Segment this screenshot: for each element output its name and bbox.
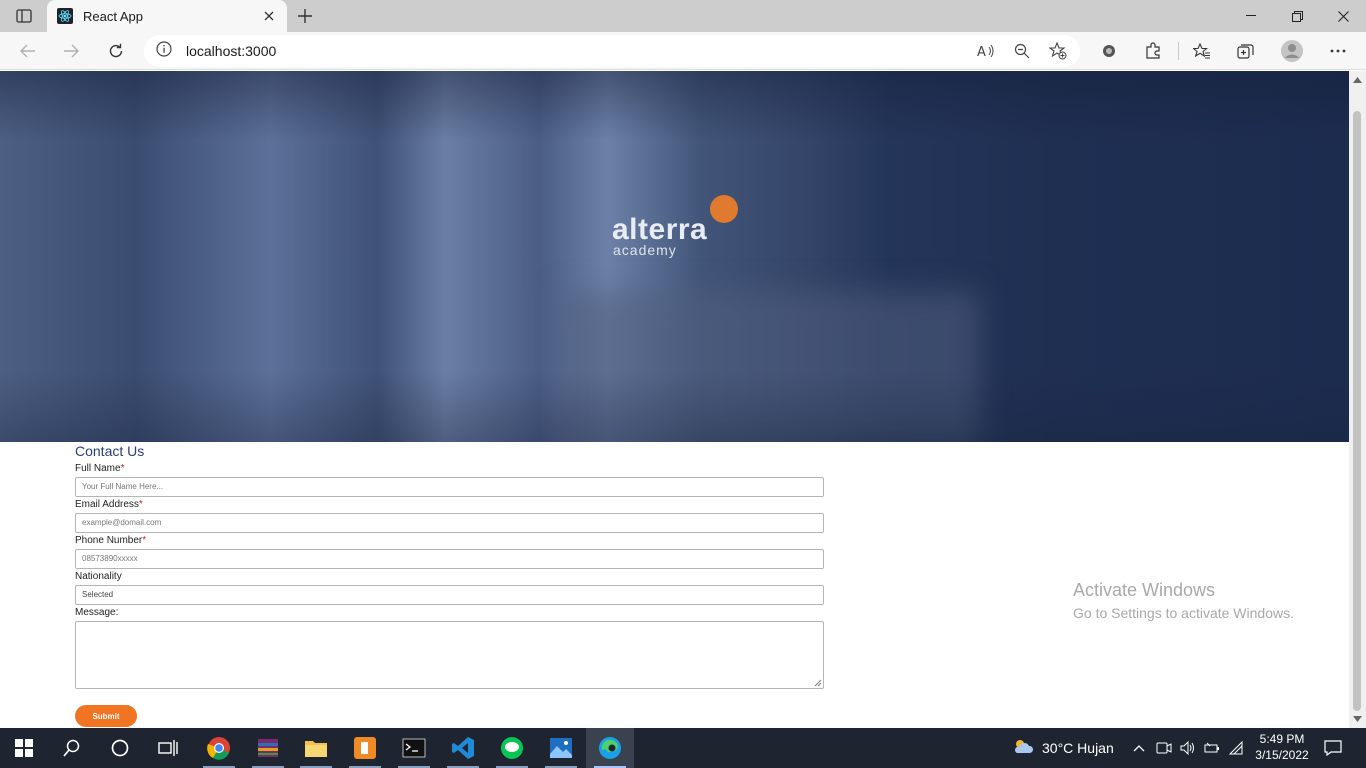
scroll-up-icon[interactable]	[1353, 76, 1362, 84]
notifications-icon[interactable]	[1324, 728, 1342, 768]
phone-input[interactable]: 08573890xxxxx	[75, 549, 824, 569]
submit-button[interactable]: Submit	[75, 705, 137, 727]
back-icon[interactable]	[14, 38, 42, 64]
system-clock[interactable]: 5:49 PM 3/15/2022	[1252, 731, 1312, 763]
read-aloud-icon[interactable]: A	[972, 39, 1000, 63]
activate-windows-watermark: Activate Windows Go to Settings to activ…	[1073, 580, 1294, 621]
phone-label: Phone Number*	[75, 535, 147, 546]
volume-icon[interactable]	[1180, 728, 1196, 768]
winrar-icon[interactable]	[244, 728, 292, 768]
battery-icon[interactable]	[1204, 728, 1220, 768]
email-input[interactable]: example@domail.com	[75, 513, 824, 533]
nationality-select[interactable]: Selected	[75, 585, 824, 605]
site-info-icon[interactable]	[156, 40, 172, 62]
line-app-icon[interactable]	[488, 728, 536, 768]
weather-text: 30°C Hujan	[1042, 740, 1114, 756]
alterra-academy-logo: alterra academy	[612, 195, 742, 265]
cortana-icon[interactable]	[96, 728, 144, 768]
extension-icon[interactable]	[1095, 38, 1123, 64]
task-view-icon[interactable]	[144, 728, 192, 768]
svg-text:A: A	[977, 45, 986, 58]
zoom-out-icon[interactable]	[1008, 39, 1036, 63]
windows-taskbar: 30°C Hujan 5:49 PM 3/15/2022	[0, 728, 1366, 768]
required-mark: *	[142, 535, 147, 546]
close-tab-icon[interactable]	[261, 8, 277, 24]
watermark-title: Activate Windows	[1073, 580, 1216, 600]
photos-icon[interactable]	[537, 728, 585, 768]
logo-orange-dot	[710, 195, 738, 223]
nationality-label: Nationality	[75, 571, 122, 582]
vscode-icon[interactable]	[439, 728, 487, 768]
watermark-subtitle: Go to Settings to activate Windows.	[1073, 605, 1294, 621]
clock-time: 5:49 PM	[1259, 732, 1305, 746]
url-text[interactable]: localhost:3000	[186, 43, 276, 59]
hero-top-shade	[0, 71, 1349, 141]
new-tab-icon[interactable]	[294, 5, 316, 27]
form-heading: Contact Us	[75, 443, 145, 459]
forward-icon[interactable]	[57, 38, 85, 64]
profile-avatar-icon[interactable]	[1278, 38, 1306, 64]
browser-tab[interactable]: React App	[47, 0, 287, 32]
tab-actions-icon[interactable]	[10, 6, 38, 26]
required-mark: *	[138, 499, 143, 510]
resize-grip-icon	[814, 679, 822, 687]
favorites-icon[interactable]	[1188, 38, 1216, 64]
show-hidden-icons[interactable]	[1133, 728, 1145, 768]
page-viewport: alterra academy Contact Us Full Name* Yo…	[0, 71, 1349, 728]
hero-bottom-shade	[0, 371, 1349, 442]
edge-browser-icon[interactable]	[586, 728, 634, 768]
browser-toolbar: localhost:3000 A	[0, 32, 1366, 70]
email-label: Email Address*	[75, 499, 143, 510]
windows-start-icon[interactable]	[0, 728, 48, 768]
chrome-icon[interactable]	[195, 728, 243, 768]
browser-titlebar: React App	[0, 0, 1366, 32]
message-label: Message:	[75, 607, 119, 618]
extensions-puzzle-icon[interactable]	[1139, 38, 1167, 64]
hero-banner: alterra academy	[0, 71, 1349, 442]
react-favicon-icon	[57, 8, 73, 24]
tab-title: React App	[83, 8, 143, 24]
pdf-app-icon[interactable]	[341, 728, 389, 768]
close-window-icon[interactable]	[1320, 0, 1366, 32]
cloud-rain-icon	[1012, 738, 1034, 759]
clock-date: 3/15/2022	[1255, 748, 1309, 762]
weather-widget[interactable]: 30°C Hujan	[1012, 728, 1114, 768]
logo-subtitle: academy	[613, 242, 677, 258]
file-explorer-icon[interactable]	[292, 728, 340, 768]
message-textarea[interactable]	[75, 621, 824, 689]
meet-now-icon[interactable]	[1156, 728, 1172, 768]
terminal-icon[interactable]	[390, 728, 438, 768]
full-name-input[interactable]: Your Full Name Here...	[75, 477, 824, 497]
required-mark: *	[120, 463, 125, 474]
full-name-label: Full Name*	[75, 463, 125, 474]
toolbar-divider	[1178, 42, 1179, 60]
collections-icon[interactable]	[1232, 38, 1260, 64]
wifi-icon[interactable]	[1228, 728, 1244, 768]
contact-form: Contact Us Full Name* Your Full Name Her…	[75, 442, 825, 727]
restore-icon[interactable]	[1274, 0, 1320, 32]
refresh-icon[interactable]	[102, 38, 130, 64]
page-scrollbar[interactable]	[1349, 71, 1366, 728]
add-favorite-icon[interactable]	[1044, 39, 1072, 63]
scroll-down-icon[interactable]	[1353, 715, 1362, 723]
more-options-icon[interactable]	[1324, 38, 1352, 64]
address-bar[interactable]: localhost:3000 A	[144, 35, 1080, 67]
scrollbar-thumb[interactable]	[1353, 111, 1361, 711]
minimize-icon[interactable]	[1228, 0, 1274, 32]
search-icon[interactable]	[48, 728, 96, 768]
